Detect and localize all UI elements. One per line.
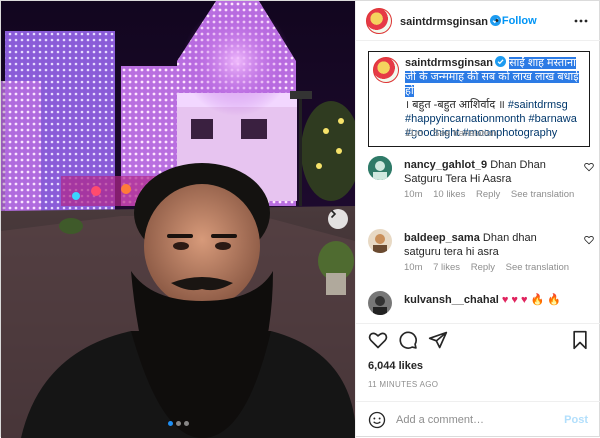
verified-badge-icon xyxy=(495,56,507,67)
comment-item: nancy_gahlot_9 Dhan Dhan Satguru Tera Hi… xyxy=(368,156,594,206)
comment-time: 10m xyxy=(404,262,423,273)
comment-item: kulvansh__chahal ♥ ♥ ♥ 🔥 🔥 xyxy=(368,291,594,321)
comment-username[interactable]: nancy_gahlot_9 xyxy=(404,159,487,171)
comment-text: nancy_gahlot_9 Dhan Dhan Satguru Tera Hi… xyxy=(404,158,574,186)
carousel-indicator xyxy=(1,421,355,426)
heart-icon[interactable] xyxy=(368,330,388,350)
hashtag-link[interactable]: #barnawa xyxy=(529,113,577,125)
post-header: saintdrmsginsan • Follow xyxy=(356,1,600,41)
author-username[interactable]: saintdrmsginsan xyxy=(400,15,502,28)
comment-body: ♥ ♥ ♥ 🔥 🔥 xyxy=(501,294,562,306)
caption-body: । बहुत -बहुत आशिर्वाद ॥ xyxy=(405,99,505,111)
hashtag-link[interactable]: #happyincarnationmonth xyxy=(405,113,525,125)
bookmark-icon[interactable] xyxy=(570,330,590,350)
comment-like-icon[interactable] xyxy=(584,162,594,172)
reply-button[interactable]: Reply xyxy=(471,262,495,273)
chevron-right-icon xyxy=(330,209,337,219)
author-avatar[interactable] xyxy=(366,8,392,34)
likes-count[interactable]: 6,044 likes xyxy=(368,360,423,372)
comment-meta: 10m 7 likes Reply See translation xyxy=(404,262,577,273)
comment-username[interactable]: baldeep_sama xyxy=(404,232,480,244)
post-actions: 6,044 likes 11 MINUTES AGO xyxy=(356,323,600,401)
caption-meta: 11m See translation xyxy=(405,128,505,139)
post-photo[interactable] xyxy=(1,1,355,438)
comment-meta: 10m 10 likes Reply See translation xyxy=(404,189,582,200)
commenter-avatar[interactable] xyxy=(368,291,392,315)
reply-button[interactable]: Reply xyxy=(476,189,500,200)
emoji-icon[interactable] xyxy=(368,411,386,429)
share-icon[interactable] xyxy=(428,330,448,350)
comment-likes[interactable]: 10 likes xyxy=(433,189,465,200)
carousel-dot-active xyxy=(167,421,173,426)
add-comment-bar: Post xyxy=(356,401,600,438)
comment-text: baldeep_sama Dhan dhan satguru tera hi a… xyxy=(404,231,574,259)
post-comment-button[interactable]: Post xyxy=(564,414,588,426)
see-translation-link[interactable]: See translation xyxy=(511,189,574,200)
post-side-panel: saintdrmsginsan • Follow saintdrmsginsan … xyxy=(355,1,600,438)
see-translation-link[interactable]: See translation xyxy=(506,262,569,273)
comment-likes[interactable]: 7 likes xyxy=(433,262,460,273)
more-options-icon[interactable] xyxy=(574,14,588,28)
comment-icon[interactable] xyxy=(398,330,418,350)
comment-username[interactable]: kulvansh__chahal xyxy=(404,294,499,306)
caption-time: 11m xyxy=(405,128,423,139)
avatar-image xyxy=(368,291,392,315)
comment-like-icon[interactable] xyxy=(584,235,594,245)
avatar-image xyxy=(368,229,392,253)
comment-text: kulvansh__chahal ♥ ♥ ♥ 🔥 🔥 xyxy=(404,293,594,307)
photo-illustration xyxy=(1,1,355,438)
commenter-avatar[interactable] xyxy=(368,229,392,253)
carousel-dot xyxy=(175,421,181,426)
carousel-next-button[interactable] xyxy=(328,209,348,229)
follow-button[interactable]: • Follow xyxy=(495,15,537,27)
instagram-post: saintdrmsginsan • Follow saintdrmsginsan … xyxy=(0,0,600,438)
comment-input[interactable] xyxy=(396,412,556,428)
post-caption: saintdrmsginsan साईं शाह मस्ताना जी के ज… xyxy=(368,51,590,147)
caption-author-avatar[interactable] xyxy=(373,57,399,83)
hashtag-link[interactable]: #saintdrmsg xyxy=(508,99,568,111)
comment-item: baldeep_sama Dhan dhan satguru tera hi a… xyxy=(368,229,594,279)
comment-time: 10m xyxy=(404,189,423,200)
caption-username[interactable]: saintdrmsginsan xyxy=(405,57,493,69)
commenter-avatar[interactable] xyxy=(368,156,392,180)
carousel-dot xyxy=(183,421,189,426)
see-translation-link[interactable]: See translation xyxy=(433,128,496,139)
avatar-image xyxy=(368,156,392,180)
post-timestamp: 11 MINUTES AGO xyxy=(368,380,439,389)
